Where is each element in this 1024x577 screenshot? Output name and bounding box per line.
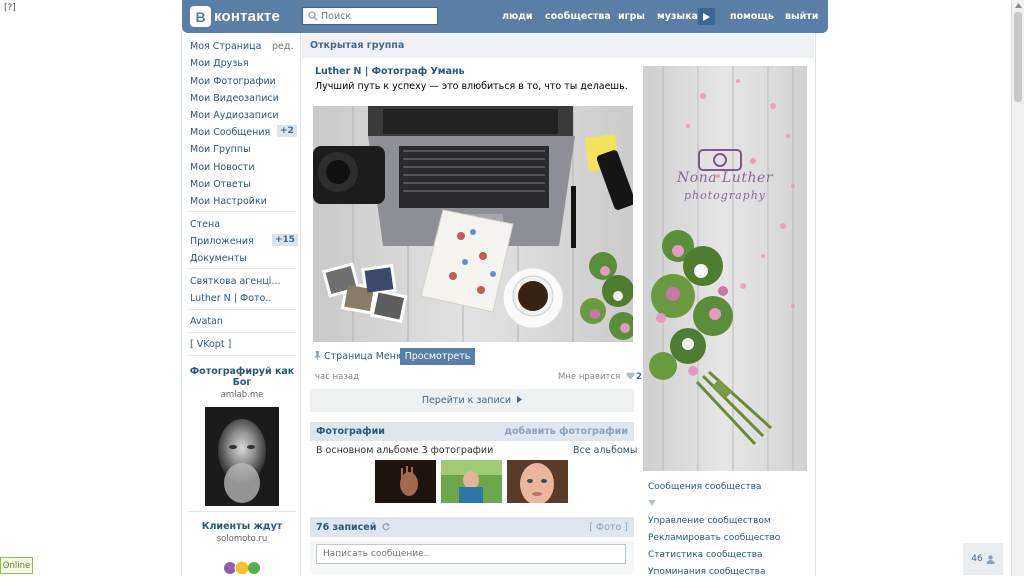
photos-header: Фотографии добавить фотографии [310, 422, 634, 441]
wall-count[interactable]: 76 записей [316, 522, 390, 533]
menu-separator [188, 355, 296, 356]
nav-music[interactable]: музыка [657, 0, 698, 33]
ad-block-1[interactable]: Фотографируй как Бог amlab.me [188, 366, 296, 506]
post-time[interactable]: час назад [315, 372, 359, 382]
community-messages-link[interactable]: Сообщения сообщества [648, 482, 761, 492]
search-input[interactable] [321, 10, 421, 22]
group-type-bar: Открытая группа [302, 34, 814, 58]
nav-communities[interactable]: сообщества [545, 0, 611, 33]
ad-title[interactable]: Фотографируй как Бог [188, 366, 296, 388]
online-status-badge[interactable]: Online [0, 557, 33, 574]
cover-brand-name: Nona Luther [677, 170, 773, 186]
like-count: 2 [635, 372, 642, 382]
album-info: В основном альбоме 3 фотографии [316, 445, 494, 456]
nav-help[interactable]: помощь [730, 0, 774, 33]
message-input[interactable] [316, 544, 626, 564]
messages-count-badge[interactable]: +2 [277, 125, 297, 137]
menu-separator [188, 309, 296, 310]
frame-line-menu [300, 33, 301, 576]
photo-thumb[interactable] [441, 460, 502, 503]
corner-marker: [?] [4, 3, 16, 13]
wall-count-label: 76 записей [316, 522, 377, 533]
menu-my-settings[interactable]: Мои Настройки [190, 196, 267, 207]
online-friends-counter[interactable]: 46 [963, 543, 1003, 575]
search-icon [308, 11, 318, 21]
search-box[interactable] [302, 7, 438, 25]
refresh-icon[interactable] [382, 523, 390, 531]
add-photos-link[interactable]: добавить фотографии [504, 426, 628, 437]
counter-value: 46 [971, 554, 983, 564]
menu-bookmark-agency[interactable]: Святкова агенці... [190, 276, 281, 287]
ad-site: solomoto.ru [216, 534, 268, 544]
ad-image[interactable] [212, 552, 272, 574]
menu-my-photos[interactable]: Мои Фотографии [190, 76, 276, 87]
menu-wall[interactable]: Стена [190, 219, 220, 230]
nav-games[interactable]: игры [618, 0, 645, 33]
ad-title[interactable]: Клиенты ждут [188, 521, 296, 532]
all-albums-link[interactable]: Все альбомы [573, 445, 637, 456]
like-button[interactable]: Мне нравится 2 [558, 372, 642, 382]
photo-thumb[interactable] [375, 460, 436, 503]
group-cover-image[interactable] [643, 66, 807, 471]
nav-logout[interactable]: выйти [785, 0, 818, 33]
cover-brand-sub: photography [684, 189, 766, 202]
menu-separator [188, 268, 296, 269]
goto-post-label: Перейти к записи [421, 395, 512, 406]
heart-icon [626, 372, 635, 380]
menu-my-news[interactable]: Мои Новости [190, 162, 255, 173]
ad-block-2[interactable]: Клиенты ждут solomoto.ru [188, 521, 296, 574]
menu-my-answers[interactable]: Мои Ответы [190, 179, 251, 190]
play-icon [703, 12, 710, 21]
advertise-community-link[interactable]: Рекламировать сообщество [648, 533, 780, 543]
manage-community-link[interactable]: Управление сообществом [648, 516, 771, 526]
nav-people[interactable]: люди [502, 0, 533, 33]
like-label: Мне нравится [558, 372, 621, 382]
post-author[interactable]: Luther N | Фотограф Умань [315, 66, 465, 77]
post-link-label[interactable]: Страница Меню [324, 351, 404, 362]
post-text: Лучший путь к успеху — это влюбиться в т… [315, 81, 628, 92]
menu-my-messages[interactable]: Мои Сообщения [190, 127, 270, 138]
menu-separator [188, 511, 296, 512]
menu-my-videos[interactable]: Мои Видеозаписи [190, 93, 279, 104]
view-button[interactable]: Просмотреть [400, 348, 475, 365]
menu-my-page[interactable]: Моя Страница [190, 41, 261, 52]
frame-line-right [815, 33, 816, 576]
menu-my-audio[interactable]: Мои Аудиозаписи [190, 110, 279, 121]
group-type-label: Открытая группа [310, 40, 405, 51]
new-post-box [310, 540, 634, 574]
menu-apps[interactable]: Приложения [190, 236, 254, 247]
page-scrollbar[interactable] [1011, 0, 1024, 576]
menu-separator [188, 332, 296, 333]
pin-icon [314, 350, 321, 360]
frame-line-left [181, 33, 182, 576]
user-icon [986, 554, 995, 564]
post-link[interactable]: Страница Меню [314, 350, 404, 362]
apps-count-badge[interactable]: +15 [272, 234, 299, 246]
photos-title[interactable]: Фотографии [316, 426, 385, 437]
menu-edit-link[interactable]: ред. [272, 41, 293, 52]
scroll-up-icon[interactable] [1012, 2, 1024, 10]
music-play-button[interactable] [698, 0, 715, 33]
community-stats-link[interactable]: Статистика сообщества [648, 550, 763, 560]
chevron-right-icon [517, 396, 523, 403]
menu-documents[interactable]: Документы [190, 253, 247, 264]
wall-header: 76 записей [ Фото ] [310, 517, 634, 537]
goto-post-button[interactable]: Перейти к записи [310, 389, 634, 412]
menu-my-groups[interactable]: Мои Группы [190, 144, 251, 155]
scrollbar-thumb[interactable] [1014, 12, 1022, 102]
ad-image[interactable] [205, 407, 279, 506]
menu-my-friends[interactable]: Мои Друзья [190, 58, 249, 69]
menu-bookmark-luther[interactable]: Luther N | Фото.. [190, 293, 271, 304]
ad-site: amlab.me [220, 390, 264, 400]
post-photo[interactable] [313, 106, 633, 342]
menu-separator [188, 211, 296, 212]
wall-photo-filter[interactable]: [ Фото ] [589, 522, 628, 533]
menu-vkopt[interactable]: [ VKopt ] [190, 339, 231, 350]
menu-avatan[interactable]: Avatan [190, 316, 223, 327]
photo-thumb[interactable] [507, 460, 568, 503]
chevron-down-icon[interactable] [648, 500, 656, 506]
